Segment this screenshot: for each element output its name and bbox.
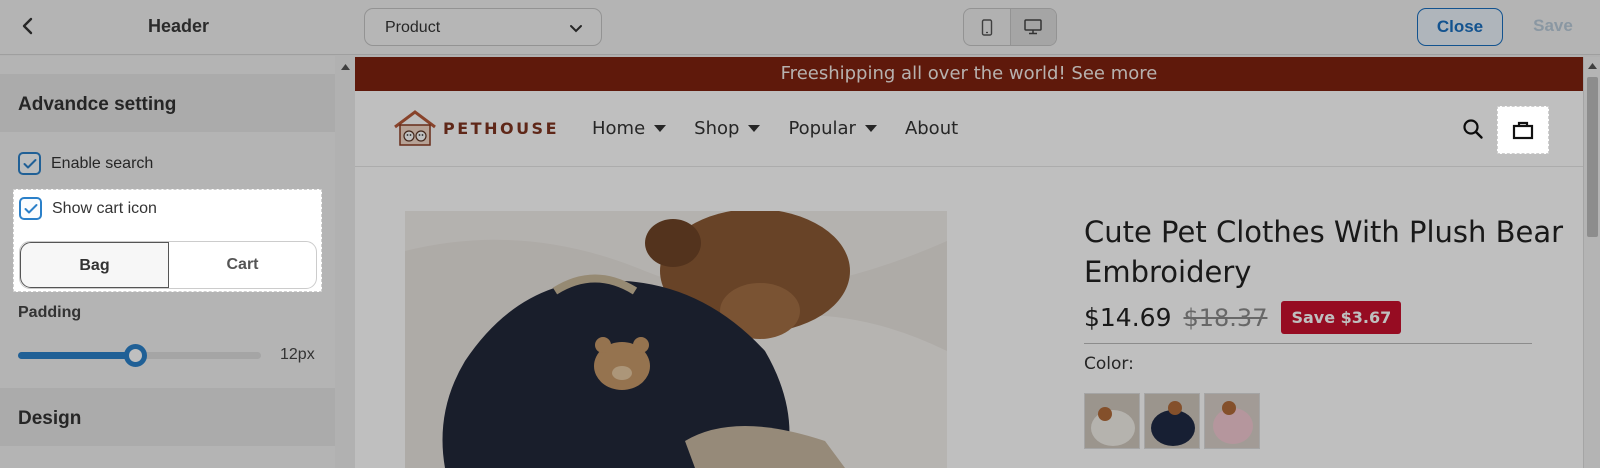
- product-image[interactable]: [405, 211, 947, 468]
- nav-label: Home: [592, 118, 646, 139]
- show-cart-icon-label-focused: Show cart icon: [52, 199, 157, 217]
- color-swatch-white[interactable]: [1084, 393, 1140, 449]
- design-heading[interactable]: Design: [0, 388, 335, 446]
- padding-slider-handle[interactable]: [123, 344, 147, 367]
- show-cart-icon-checkbox-focused[interactable]: [19, 197, 42, 220]
- padding-label: Padding: [18, 304, 82, 321]
- enable-search-label: Enable search: [51, 154, 154, 172]
- compare-price: $18.37: [1183, 303, 1268, 332]
- nav-item-popular[interactable]: Popular: [788, 118, 877, 139]
- logo-wordmark: PETHOUSE: [443, 118, 560, 138]
- product-title: Cute Pet Clothes With Plush Bear Embroid…: [1084, 215, 1564, 289]
- cart-style-toggle-focused: Bag Cart: [19, 241, 317, 289]
- sale-price: $14.69: [1084, 303, 1172, 332]
- house-logo-icon: [394, 110, 436, 146]
- nav-item-home[interactable]: Home: [592, 118, 667, 139]
- nav-label: Shop: [694, 118, 740, 139]
- padding-slider-fill: [18, 352, 135, 359]
- enable-search-checkbox[interactable]: [18, 152, 41, 175]
- mobile-view-icon[interactable]: [964, 9, 1010, 45]
- nav-label: Popular: [788, 118, 856, 139]
- announcement-bar[interactable]: Freeshipping all over the world! See mor…: [355, 57, 1583, 91]
- nav-item-about[interactable]: About: [905, 118, 958, 139]
- caret-down-icon: [748, 125, 761, 132]
- panel-title: Header: [148, 16, 210, 36]
- padding-slider[interactable]: [18, 344, 261, 367]
- cart-icon[interactable]: [1497, 106, 1549, 154]
- page-type-select[interactable]: Product: [364, 8, 602, 46]
- page-type-value: Product: [385, 19, 441, 36]
- chevron-down-icon: [569, 21, 583, 39]
- store-header: PETHOUSE Home Shop Popular About: [355, 91, 1583, 167]
- color-label: Color:: [1084, 354, 1134, 374]
- desktop-view-icon[interactable]: [1009, 9, 1056, 45]
- back-icon[interactable]: [16, 14, 40, 38]
- caret-down-icon: [864, 125, 877, 132]
- close-button[interactable]: Close: [1417, 8, 1503, 46]
- product-prices: $14.69 $18.37 Save $3.67: [1084, 301, 1402, 334]
- caret-down-icon: [654, 125, 667, 132]
- advanced-setting-heading[interactable]: Advandce setting: [0, 74, 335, 132]
- enable-search-option[interactable]: Enable search: [18, 152, 153, 175]
- bag-icon: [1512, 121, 1534, 140]
- main-nav: Home Shop Popular About: [592, 118, 986, 139]
- device-toggle: [963, 8, 1057, 46]
- price-divider: [1084, 343, 1532, 344]
- editor-topbar: Header Product Close Save: [0, 0, 1600, 55]
- preview-scrollbar[interactable]: [1583, 57, 1600, 468]
- show-cart-icon-option-focused[interactable]: Show cart icon: [19, 197, 157, 220]
- save-badge: Save $3.67: [1281, 301, 1402, 334]
- store-preview: Freeshipping all over the world! See mor…: [355, 57, 1583, 468]
- cart-icon-settings-focus: Show cart icon Bag Cart: [13, 189, 322, 292]
- color-swatch-pink[interactable]: [1204, 393, 1260, 449]
- cart-style-cart-option-focused[interactable]: Cart: [169, 242, 316, 288]
- cart-style-bag-option-focused[interactable]: Bag: [20, 242, 169, 288]
- store-logo[interactable]: PETHOUSE: [393, 109, 559, 147]
- nav-label: About: [904, 118, 959, 139]
- save-button[interactable]: Save: [1507, 8, 1599, 46]
- color-swatch-navy[interactable]: [1144, 393, 1200, 449]
- nav-item-shop[interactable]: Shop: [694, 118, 761, 139]
- sidebar-scrollbar[interactable]: [336, 56, 355, 468]
- search-icon[interactable]: [1462, 118, 1484, 145]
- preview-scrollbar-thumb[interactable]: [1587, 77, 1598, 237]
- padding-value: 12px: [280, 346, 315, 363]
